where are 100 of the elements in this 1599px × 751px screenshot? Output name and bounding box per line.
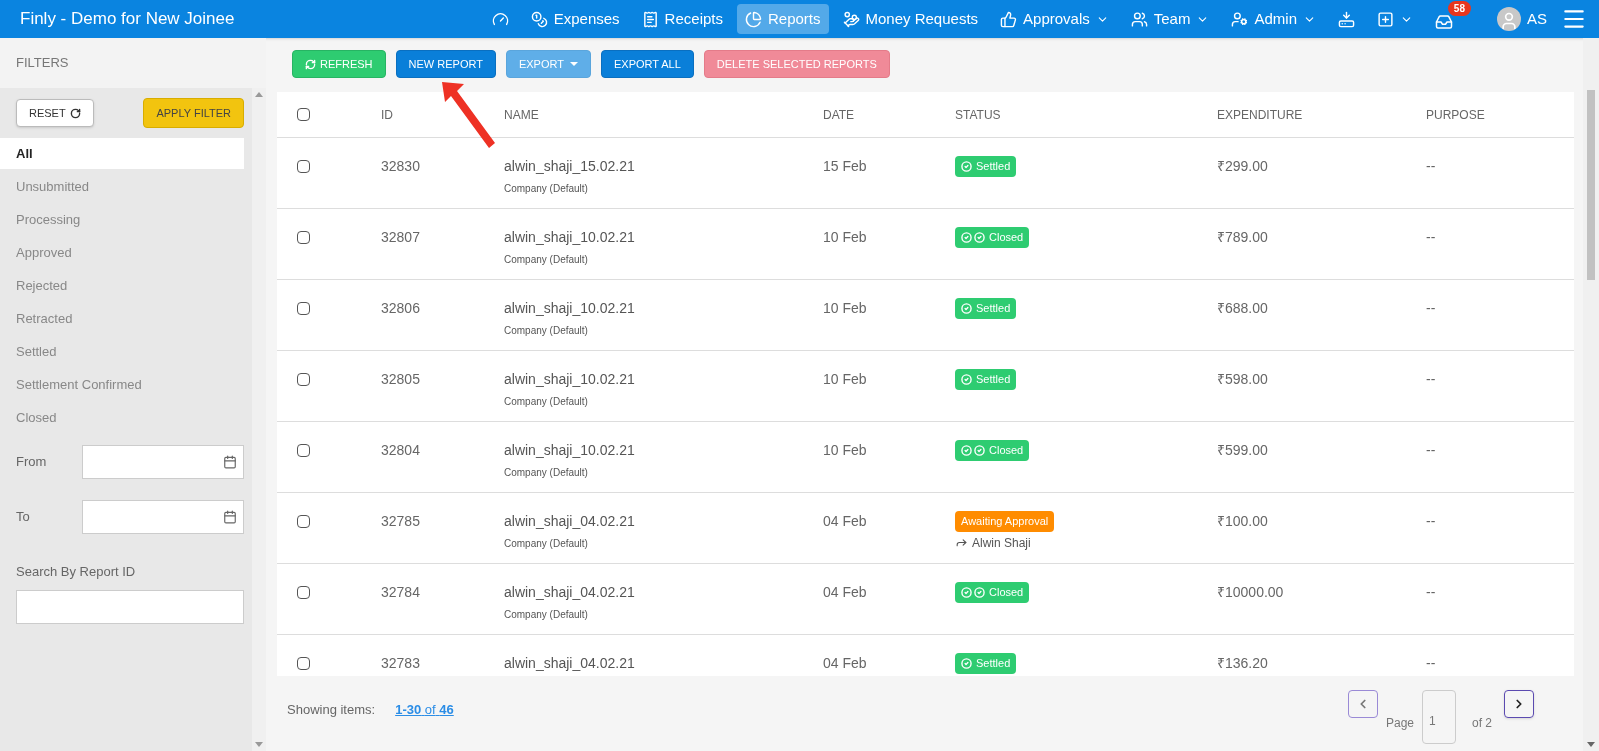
- nav-item[interactable]: Approvals: [992, 4, 1117, 34]
- to-label: To: [16, 508, 31, 527]
- checkbox[interactable]: [297, 444, 310, 457]
- check-circle-icon: [974, 231, 985, 243]
- sidebar-scrollbar[interactable]: [252, 88, 266, 751]
- checkbox[interactable]: [297, 515, 310, 528]
- checkbox[interactable]: [297, 302, 310, 315]
- toolbar-button[interactable]: EXPORT: [505, 50, 591, 78]
- toolbar-button[interactable]: NEW REPORT: [395, 50, 496, 78]
- users-icon: [1130, 10, 1148, 28]
- table-cell-text: ₹789.00: [1217, 228, 1269, 247]
- report-name[interactable]: alwin_shaji_15.02.21: [504, 156, 635, 177]
- calendar-icon: [223, 455, 237, 469]
- person-silhouette-icon: [1499, 11, 1519, 31]
- column-header: EXPENDITURE: [1217, 106, 1304, 124]
- items-range-link[interactable]: 1-30 of 46: [395, 700, 454, 720]
- user-gear-icon: [1231, 10, 1249, 28]
- table-cell-text: 32785: [381, 512, 421, 531]
- status-badge: Settled: [955, 298, 1017, 319]
- pointer-arrow: [440, 80, 498, 150]
- status-badge: Settled: [955, 653, 1017, 674]
- filter-option[interactable]: Processing: [0, 204, 252, 235]
- report-name[interactable]: alwin_shaji_10.02.21: [504, 227, 635, 248]
- toolbar-button[interactable]: EXPORT ALL: [600, 50, 694, 78]
- status-badge: Awaiting Approval: [955, 511, 1055, 532]
- page-number-field[interactable]: 1: [1422, 690, 1456, 744]
- checkbox[interactable]: [297, 160, 310, 173]
- column-header: STATUS: [955, 106, 1002, 124]
- filter-option[interactable]: All: [0, 138, 244, 169]
- to-date-field[interactable]: [82, 500, 244, 534]
- table-cell-text: 32805: [381, 370, 421, 389]
- filter-option[interactable]: Retracted: [0, 303, 252, 334]
- check-circle-icon: [961, 231, 972, 243]
- checkbox[interactable]: [297, 657, 310, 670]
- filter-option[interactable]: Approved: [0, 237, 252, 268]
- next-page-button[interactable]: [1504, 690, 1534, 718]
- toolbar-button[interactable]: DELETE SELECTED REPORTS: [703, 50, 890, 78]
- toolbar-button[interactable]: REFRESH: [292, 50, 386, 78]
- inbox-button[interactable]: 58: [1427, 1, 1471, 37]
- assignee-name: Alwin Shaji: [972, 534, 1031, 552]
- download-tray-icon: [1338, 10, 1355, 28]
- check-circle-icon: [961, 586, 972, 598]
- report-name[interactable]: alwin_shaji_04.02.21: [504, 653, 635, 674]
- table-cell-text: 32807: [381, 228, 421, 247]
- apply-filter-button[interactable]: APPLY FILTER: [143, 98, 244, 128]
- report-id-field[interactable]: [16, 589, 244, 624]
- company-label: Company (Default): [504, 608, 588, 622]
- nav-item[interactable]: Money Requests: [834, 4, 987, 34]
- reset-button[interactable]: RESET: [16, 99, 94, 127]
- forward-arrow-icon: [955, 536, 968, 549]
- report-name[interactable]: alwin_shaji_10.02.21: [504, 369, 635, 390]
- reset-icon: [69, 107, 81, 119]
- page-scrollbar[interactable]: [1583, 38, 1599, 751]
- checkbox[interactable]: [297, 231, 310, 244]
- from-date-field[interactable]: [82, 445, 244, 479]
- company-label: Company (Default): [504, 537, 588, 551]
- table-cell-text: --: [1426, 228, 1437, 247]
- checkbox[interactable]: [297, 108, 310, 121]
- checkbox[interactable]: [297, 586, 310, 599]
- caret-icon: [569, 62, 578, 66]
- nav-item[interactable]: Reports: [736, 4, 829, 34]
- nav-item[interactable]: Receipts: [633, 4, 731, 34]
- table-cell-text: 10 Feb: [823, 370, 868, 389]
- avatar[interactable]: [1497, 7, 1521, 31]
- checkbox[interactable]: [297, 373, 310, 386]
- filter-option[interactable]: Closed: [0, 402, 252, 433]
- report-name[interactable]: alwin_shaji_04.02.21: [504, 511, 635, 532]
- company-label: Company (Default): [504, 182, 588, 196]
- table-cell-text: 32830: [381, 157, 421, 176]
- report-name[interactable]: alwin_shaji_04.02.21: [504, 582, 635, 603]
- check-circle-icon: [961, 444, 972, 456]
- filter-option[interactable]: Unsubmitted: [0, 171, 252, 202]
- filter-option[interactable]: Settled: [0, 336, 252, 367]
- table-cell-text: 32784: [381, 583, 421, 602]
- table-cell-text: ₹688.00: [1217, 299, 1269, 318]
- table-cell-text: --: [1426, 512, 1437, 531]
- table-cell-text: 32804: [381, 441, 421, 460]
- inbox-icon: [1435, 13, 1453, 31]
- report-name[interactable]: alwin_shaji_10.02.21: [504, 440, 635, 461]
- status-badge: Closed: [955, 440, 1030, 461]
- from-label: From: [16, 453, 48, 472]
- table-cell-text: ₹299.00: [1217, 157, 1269, 176]
- table-cell-text: 04 Feb: [823, 512, 868, 531]
- pie-chart-icon: [744, 10, 762, 28]
- status-badge: Settled: [955, 156, 1017, 177]
- report-name[interactable]: alwin_shaji_10.02.21: [504, 298, 635, 319]
- refresh-icon: [305, 58, 316, 70]
- hand-coins-icon: [842, 10, 860, 28]
- table-cell-text: --: [1426, 370, 1437, 389]
- user-initials: AS: [1527, 8, 1547, 29]
- nav-item[interactable]: Admin: [1223, 4, 1324, 34]
- previous-page-button[interactable]: [1347, 690, 1378, 718]
- check-circle-icon: [974, 444, 985, 456]
- check-circle-icon: [974, 586, 985, 598]
- coins-icon: [530, 10, 548, 28]
- table-cell-text: --: [1426, 157, 1437, 176]
- filter-option[interactable]: Rejected: [0, 270, 252, 301]
- nav-item[interactable]: Expenses: [522, 4, 628, 34]
- filter-option[interactable]: Settlement Confirmed: [0, 369, 252, 400]
- nav-item[interactable]: Team: [1122, 4, 1218, 34]
